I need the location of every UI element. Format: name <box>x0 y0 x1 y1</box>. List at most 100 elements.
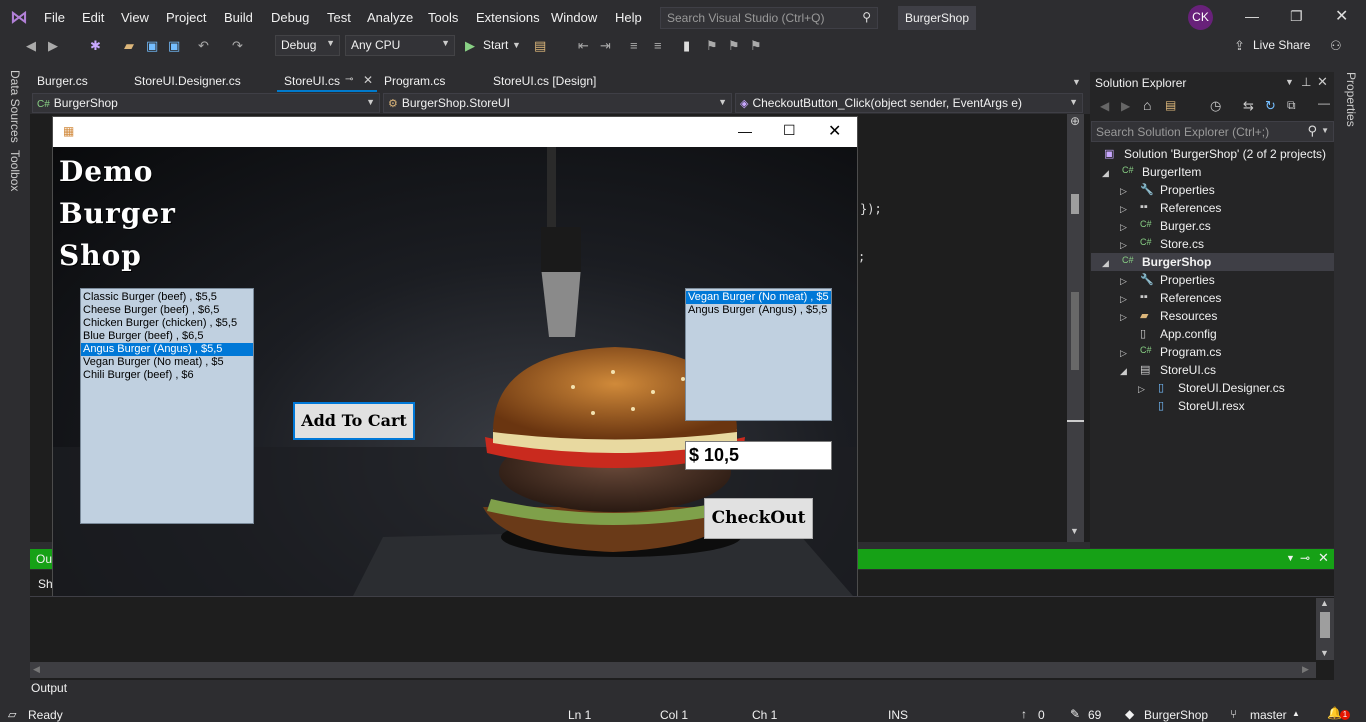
tree-item-storeui-resx[interactable]: StoreUI.resx <box>1178 399 1245 413</box>
configuration-select[interactable]: Debug ▼ <box>275 35 340 56</box>
tab-storeui-design[interactable]: StoreUI.cs [Design] <box>493 74 596 88</box>
changes-count[interactable]: 69 <box>1088 708 1101 722</box>
start-button[interactable]: Start <box>483 38 508 52</box>
panel-dropdown-icon[interactable]: ▼ <box>1285 77 1294 87</box>
list-item[interactable]: Chili Burger (beef) , $6 <box>81 369 253 382</box>
tree-item-storeui-cs[interactable]: StoreUI.cs <box>1160 363 1216 377</box>
tree-item-burgeritem[interactable]: BurgerItem <box>1142 165 1201 179</box>
home-icon[interactable]: ⌂ <box>1143 97 1151 113</box>
data-sources-tab[interactable]: Data Sources <box>8 70 22 143</box>
tree-item-references[interactable]: References <box>1160 291 1221 305</box>
pin-icon[interactable]: ⊥ <box>1301 75 1311 89</box>
bookmark-icon[interactable]: ▮ <box>683 38 690 54</box>
bookmark-clear-icon[interactable]: ⚑ <box>750 38 762 54</box>
app-minimize-icon[interactable]: — <box>738 123 752 139</box>
tree-item-properties[interactable]: Properties <box>1160 273 1215 287</box>
repo-name[interactable]: BurgerShop <box>1144 708 1208 722</box>
tab-program-cs[interactable]: Program.cs <box>384 74 445 88</box>
tree-item-references[interactable]: References <box>1160 201 1221 215</box>
checkout-button[interactable]: CheckOut <box>704 498 813 539</box>
tree-item-burger-cs[interactable]: Burger.cs <box>1160 219 1211 233</box>
live-share-button[interactable]: Live Share <box>1253 38 1310 52</box>
maximize-icon[interactable]: ❐ <box>1290 8 1303 25</box>
comment-icon[interactable]: ≡ <box>630 38 638 53</box>
menu-tools[interactable]: Tools <box>428 10 458 25</box>
pin-icon[interactable]: ⊸ <box>1300 551 1310 565</box>
collapsed-icon[interactable]: ▷ <box>1138 384 1145 395</box>
tree-item-program-cs[interactable]: Program.cs <box>1160 345 1221 359</box>
tree-item-properties[interactable]: Properties <box>1160 183 1215 197</box>
panel-dropdown-icon[interactable]: ▼ <box>1286 553 1295 563</box>
close-tab-icon[interactable]: ✕ <box>363 73 373 87</box>
list-item[interactable]: Angus Burger (Angus) , $5,5 <box>686 304 831 317</box>
collapsed-icon[interactable]: ▷ <box>1120 222 1127 233</box>
toolbox-tab[interactable]: Toolbox <box>8 150 22 191</box>
scrollbar-thumb[interactable] <box>1320 612 1330 638</box>
collapse-all-icon[interactable]: ⧉ <box>1287 98 1296 113</box>
menu-build[interactable]: Build <box>224 10 253 25</box>
tree-item-solution[interactable]: Solution 'BurgerShop' (2 of 2 projects) <box>1124 147 1326 161</box>
menu-edit[interactable]: Edit <box>82 10 104 25</box>
visual-studio-logo-icon[interactable]: ⋈ <box>10 7 28 28</box>
live-share-icon[interactable]: ⇪ <box>1234 38 1245 54</box>
menu-debug[interactable]: Debug <box>271 10 309 25</box>
menu-project[interactable]: Project <box>166 10 206 25</box>
collapsed-icon[interactable]: ▷ <box>1120 186 1127 197</box>
collapsed-icon[interactable]: ▷ <box>1120 294 1127 305</box>
close-panel-icon[interactable]: ✕ <box>1317 74 1328 90</box>
list-item[interactable]: Blue Burger (beef) , $6,5 <box>81 330 253 343</box>
minimize-icon[interactable]: — <box>1245 8 1259 24</box>
tab-storeui-cs-active[interactable]: StoreUI.cs ⊸ ✕ <box>277 70 377 92</box>
step-over-icon[interactable]: ⇥ <box>600 38 611 54</box>
tree-item-store-cs[interactable]: Store.cs <box>1160 237 1204 251</box>
tree-item-app-config[interactable]: App.config <box>1160 327 1217 341</box>
expanded-icon[interactable]: ◢ <box>1102 258 1109 269</box>
pin-icon[interactable]: ⊸ <box>345 74 353 85</box>
chevron-up-icon[interactable]: ▲ <box>1292 709 1300 718</box>
bookmark-next-icon[interactable]: ⚑ <box>728 38 740 54</box>
tree-item-storeui-designer-cs[interactable]: StoreUI.Designer.cs <box>1178 381 1285 395</box>
save-icon[interactable]: ▣ <box>146 38 158 54</box>
menu-analyze[interactable]: Analyze <box>367 10 413 25</box>
collapsed-icon[interactable]: ▷ <box>1120 276 1127 287</box>
sync-icon[interactable]: ⇆ <box>1243 98 1254 114</box>
burger-menu-listbox[interactable]: Classic Burger (beef) , $5,5 Cheese Burg… <box>80 288 254 524</box>
menu-help[interactable]: Help <box>615 10 642 25</box>
member-nav-select[interactable]: ◈ CheckoutButton_Click(object sender, Eve… <box>735 93 1083 113</box>
back-icon[interactable]: ◀ <box>26 38 36 54</box>
menu-test[interactable]: Test <box>327 10 351 25</box>
scroll-down-icon[interactable]: ▼ <box>1320 648 1329 658</box>
tab-burger-cs[interactable]: Burger.cs <box>37 74 88 88</box>
menu-window[interactable]: Window <box>551 10 597 25</box>
collapsed-icon[interactable]: ▷ <box>1120 240 1127 251</box>
refresh-icon[interactable]: ↻ <box>1265 98 1276 114</box>
open-folder-icon[interactable]: ▰ <box>124 38 134 54</box>
new-project-icon[interactable]: ✱ <box>90 38 101 54</box>
list-item-selected[interactable]: Vegan Burger (No meat) , $5 <box>686 291 831 304</box>
arrow-up-icon[interactable]: ↑ <box>1021 707 1027 721</box>
properties-tab[interactable]: Properties <box>1344 72 1358 127</box>
unpushed-count[interactable]: 0 <box>1038 708 1045 722</box>
back-icon[interactable]: ◀ <box>1100 99 1109 113</box>
tab-overflow-icon[interactable]: ▼ <box>1072 77 1081 87</box>
menu-file[interactable]: File <box>44 10 65 25</box>
list-item[interactable]: Vegan Burger (No meat) , $5 <box>81 356 253 369</box>
menu-extensions[interactable]: Extensions <box>476 10 540 25</box>
project-nav-select[interactable]: C# BurgerShop ▼ <box>32 93 380 113</box>
expanded-icon[interactable]: ◢ <box>1120 366 1127 377</box>
undo-icon[interactable]: ↶ <box>198 38 209 54</box>
collapsed-icon[interactable]: ▷ <box>1120 204 1127 215</box>
list-item-selected[interactable]: Angus Burger (Angus) , $5,5 <box>81 343 253 356</box>
app-maximize-icon[interactable]: ☐ <box>783 122 796 139</box>
pencil-icon[interactable]: ✎ <box>1070 707 1080 721</box>
scrollbar-thumb[interactable] <box>1071 292 1079 370</box>
close-panel-icon[interactable]: ✕ <box>1318 550 1329 566</box>
output-tab[interactable]: Output <box>31 681 67 695</box>
cart-listbox[interactable]: Vegan Burger (No meat) , $5 Angus Burger… <box>685 288 832 421</box>
forward-icon[interactable]: ▶ <box>48 38 58 54</box>
uncomment-icon[interactable]: ≡ <box>654 38 662 53</box>
expanded-icon[interactable]: ◢ <box>1102 168 1109 179</box>
menu-view[interactable]: View <box>121 10 149 25</box>
split-icon[interactable]: ⊕ <box>1070 114 1080 128</box>
forward-icon[interactable]: ▶ <box>1121 99 1130 113</box>
